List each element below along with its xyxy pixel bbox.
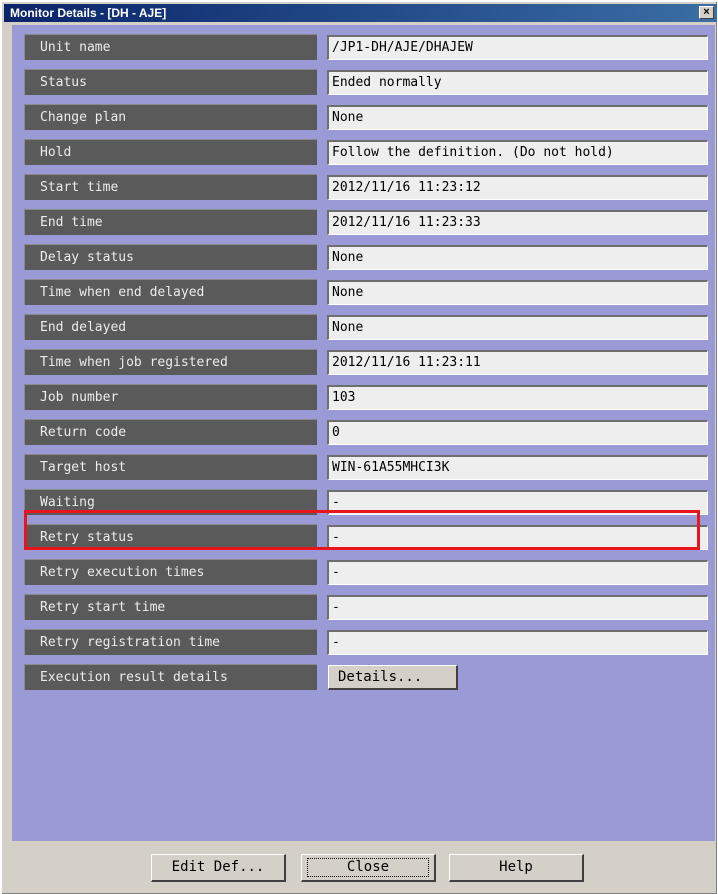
field-value[interactable]: 0 <box>327 420 708 445</box>
monitor-details-dialog: Monitor Details - [DH - AJE] × Unit name… <box>2 2 717 894</box>
field-row-execution-result-details: Execution result details Details... <box>12 661 715 691</box>
window-title: Monitor Details - [DH - AJE] <box>10 6 167 20</box>
field-value[interactable]: /JP1-DH/AJE/DHAJEW <box>327 35 708 60</box>
field-label: Hold <box>24 139 317 165</box>
field-value[interactable]: 2012/11/16 11:23:12 <box>327 175 708 200</box>
focus-rectangle <box>307 858 429 877</box>
details-button[interactable]: Details... <box>328 665 458 690</box>
field-row-delay-status: Delay status None <box>12 241 715 271</box>
field-value[interactable]: Follow the definition. (Do not hold) <box>327 140 708 165</box>
field-label: Status <box>24 69 317 95</box>
field-row-retry-execution-times: Retry execution times - <box>12 556 715 586</box>
field-row-time-when-job-registered: Time when job registered 2012/11/16 11:2… <box>12 346 715 376</box>
field-row-target-host: Target host WIN-61A55MHCI3K <box>12 451 715 481</box>
close-button[interactable]: Close <box>301 854 436 882</box>
field-row-unit-name: Unit name /JP1-DH/AJE/DHAJEW <box>12 31 715 61</box>
field-row-end-time: End time 2012/11/16 11:23:33 <box>12 206 715 236</box>
field-label: Retry registration time <box>24 629 317 655</box>
field-label: Change plan <box>24 104 317 130</box>
field-row-retry-start-time: Retry start time - <box>12 591 715 621</box>
field-value[interactable]: 2012/11/16 11:23:33 <box>327 210 708 235</box>
return-code-highlight-box <box>24 510 700 550</box>
field-value[interactable]: 2012/11/16 11:23:11 <box>327 350 708 375</box>
field-label: Return code <box>24 419 317 445</box>
field-row-hold: Hold Follow the definition. (Do not hold… <box>12 136 715 166</box>
help-button[interactable]: Help <box>449 854 584 882</box>
details-panel: Unit name /JP1-DH/AJE/DHAJEW Status Ende… <box>12 25 715 841</box>
field-value[interactable]: - <box>327 630 708 655</box>
field-label: Delay status <box>24 244 317 270</box>
field-value[interactable]: None <box>327 245 708 270</box>
field-row-retry-registration-time: Retry registration time - <box>12 626 715 656</box>
field-value[interactable]: 103 <box>327 385 708 410</box>
field-label: Retry start time <box>24 594 317 620</box>
field-label: Job number <box>24 384 317 410</box>
field-value[interactable]: - <box>327 595 708 620</box>
field-value[interactable]: WIN-61A55MHCI3K <box>327 455 708 480</box>
field-value[interactable]: None <box>327 315 708 340</box>
field-value[interactable]: None <box>327 105 708 130</box>
title-bar: Monitor Details - [DH - AJE] × <box>4 4 717 22</box>
field-label: Time when end delayed <box>24 279 317 305</box>
field-value[interactable]: Ended normally <box>327 70 708 95</box>
field-label: End delayed <box>24 314 317 340</box>
field-label: Start time <box>24 174 317 200</box>
field-label: End time <box>24 209 317 235</box>
field-row-end-delayed: End delayed None <box>12 311 715 341</box>
field-label: Unit name <box>24 34 317 60</box>
field-value[interactable]: None <box>327 280 708 305</box>
field-row-start-time: Start time 2012/11/16 11:23:12 <box>12 171 715 201</box>
field-row-job-number: Job number 103 <box>12 381 715 411</box>
field-label: Execution result details <box>24 664 317 690</box>
field-label: Target host <box>24 454 317 480</box>
field-row-status: Status Ended normally <box>12 66 715 96</box>
field-value[interactable]: - <box>327 560 708 585</box>
field-row-time-when-end-delayed: Time when end delayed None <box>12 276 715 306</box>
field-row-return-code: Return code 0 <box>12 416 715 446</box>
close-icon[interactable]: × <box>699 6 714 19</box>
field-label: Retry execution times <box>24 559 317 585</box>
field-label: Time when job registered <box>24 349 317 375</box>
edit-def-button[interactable]: Edit Def... <box>151 854 286 882</box>
field-row-change-plan: Change plan None <box>12 101 715 131</box>
